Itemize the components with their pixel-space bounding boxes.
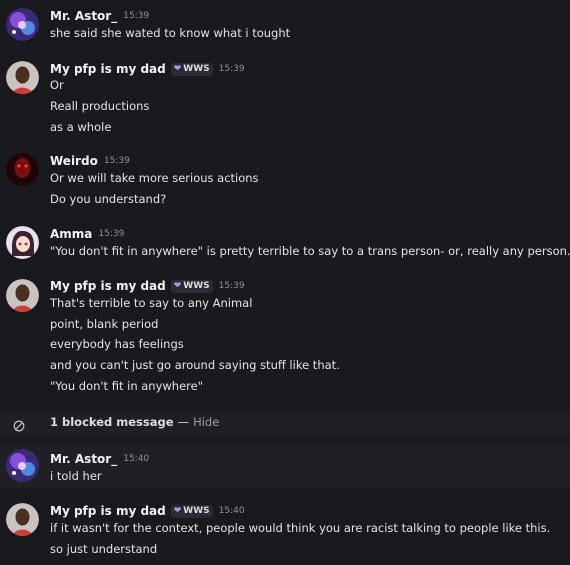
message-text: point, blank period [50, 317, 159, 331]
guild-tag[interactable]: ❤ WWS [170, 62, 213, 76]
dark-red-avatar-icon[interactable] [6, 153, 39, 186]
guild-tag[interactable]: ❤ WWS [170, 504, 213, 518]
timestamp: 15:39 [218, 281, 245, 291]
guild-tag[interactable]: ❤ WWS [170, 279, 213, 293]
message-text: Reall productions [50, 99, 150, 113]
separator: — [177, 415, 190, 429]
galaxy-avatar-icon[interactable] [6, 449, 39, 482]
message-text: Or [50, 78, 64, 92]
message-text: everybody has feelings [50, 337, 184, 351]
timestamp: 15:39 [123, 11, 150, 21]
message-text: she said she wated to know what i tought [50, 26, 291, 40]
heart-icon: ❤ [173, 281, 182, 291]
username[interactable]: My pfp is my dad [50, 62, 166, 76]
timestamp: 15:40 [123, 454, 150, 464]
blocked-circle-icon [13, 417, 25, 436]
person-avatar-icon[interactable] [6, 279, 39, 312]
username[interactable]: Mr. Astor_ [50, 452, 117, 466]
person-avatar-icon[interactable] [6, 503, 39, 536]
message-text: Or we will take more serious actions [50, 171, 259, 185]
message-text: if it wasn't for the context, people wou… [50, 521, 551, 535]
timestamp: 15:40 [218, 506, 245, 516]
heart-icon: ❤ [173, 506, 182, 516]
username[interactable]: My pfp is my dad [50, 504, 166, 518]
blocked-message-row: 1 blocked message — Hide [0, 411, 570, 435]
anime-avatar-icon[interactable] [6, 226, 39, 259]
hide-link[interactable]: Hide [193, 415, 219, 429]
timestamp: 15:39 [218, 64, 245, 74]
message-text: "You don't fit in anywhere" [50, 379, 204, 393]
message-text: "You don't fit in anywhere" is pretty te… [50, 244, 570, 258]
username[interactable]: My pfp is my dad [50, 279, 166, 293]
username[interactable]: Weirdo [50, 154, 98, 168]
message-text: Do you understand? [50, 192, 167, 206]
heart-icon: ❤ [173, 64, 182, 74]
message-text: and you can't just go around saying stuf… [50, 358, 340, 372]
message-text: as a whole [50, 120, 112, 134]
username[interactable]: Mr. Astor_ [50, 9, 117, 23]
message-group: Weirdo 15:39 Or we will take more seriou… [0, 150, 570, 212]
message-text: i told her [50, 469, 102, 483]
message-group: My pfp is my dad ❤ WWS 15:39 Or Reall pro… [0, 56, 570, 142]
person-avatar-icon[interactable] [6, 61, 39, 94]
galaxy-avatar-icon[interactable] [6, 8, 39, 41]
message-text: That's terrible to say to any Animal [50, 296, 253, 310]
message-group: My pfp is my dad ❤ WWS 15:39 That's terri… [0, 275, 570, 405]
blocked-message-label: 1 blocked message [50, 415, 174, 429]
message-group: Amma 15:39 "You don't fit in anywhere" i… [0, 222, 570, 266]
message-text: so just understand [50, 542, 158, 556]
username[interactable]: Amma [50, 227, 92, 241]
message-group: Mr. Astor_ 15:40 i told her [0, 444, 570, 488]
timestamp: 15:39 [103, 156, 130, 166]
timestamp: 15:39 [98, 229, 125, 239]
message-group: Mr. Astor_ 15:39 she said she wated to k… [0, 0, 570, 48]
message-group: My pfp is my dad ❤ WWS 15:40 if it wasn't… [0, 498, 570, 565]
